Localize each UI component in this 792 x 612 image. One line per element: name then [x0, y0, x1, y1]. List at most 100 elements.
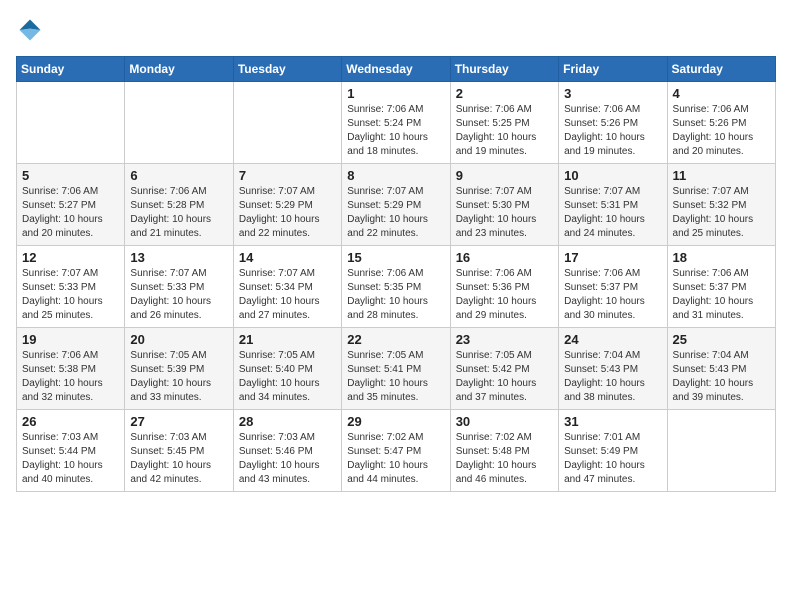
calendar-cell: 2 Sunrise: 7:06 AM Sunset: 5:25 PM Daylig… [450, 82, 558, 164]
day-header-saturday: Saturday [667, 57, 775, 82]
calendar-cell: 26Sunrise: 7:03 AM Sunset: 5:44 PM Dayli… [17, 410, 125, 492]
calendar-cell: 17 Sunrise: 7:06 AM Sunset: 5:37 PM Dayli… [559, 246, 667, 328]
day-info: Sunrise: 7:02 AM Sunset: 5:48 PM Dayligh… [456, 431, 553, 487]
day-number: 31 [564, 414, 661, 429]
day-number: 11 [673, 168, 770, 183]
calendar-cell: 30 Sunrise: 7:02 AM Sunset: 5:48 PM Dayli… [450, 410, 558, 492]
day-number: 23 [456, 332, 553, 347]
calendar-cell: 20 Sunrise: 7:05 AM Sunset: 5:39 PM Dayli… [125, 328, 233, 410]
day-info: Sunrise: 7:06 AM Sunset: 5:27 PM Dayligh… [22, 185, 119, 241]
day-info: Sunrise: 7:06 AM Sunset: 5:26 PM Dayligh… [564, 103, 661, 159]
calendar-cell: 21 Sunrise: 7:05 AM Sunset: 5:40 PM Dayli… [233, 328, 341, 410]
calendar-cell: 6Sunrise: 7:06 AM Sunset: 5:28 PM Daylig… [125, 164, 233, 246]
calendar-cell: 16 Sunrise: 7:06 AM Sunset: 5:36 PM Dayli… [450, 246, 558, 328]
calendar-cell [17, 82, 125, 164]
calendar-week-3: 12 Sunrise: 7:07 AM Sunset: 5:33 PM Dayli… [17, 246, 776, 328]
calendar-cell [233, 82, 341, 164]
day-header-sunday: Sunday [17, 57, 125, 82]
calendar-table: SundayMondayTuesdayWednesdayThursdayFrid… [16, 56, 776, 492]
calendar-cell: 8 Sunrise: 7:07 AM Sunset: 5:29 PM Daylig… [342, 164, 450, 246]
day-info: Sunrise: 7:07 AM Sunset: 5:31 PM Dayligh… [564, 185, 661, 241]
day-number: 4 [673, 86, 770, 101]
calendar-cell: 15Sunrise: 7:06 AM Sunset: 5:35 PM Dayli… [342, 246, 450, 328]
calendar-cell: 10 Sunrise: 7:07 AM Sunset: 5:31 PM Dayli… [559, 164, 667, 246]
day-number: 17 [564, 250, 661, 265]
calendar-cell: 3 Sunrise: 7:06 AM Sunset: 5:26 PM Daylig… [559, 82, 667, 164]
day-info: Sunrise: 7:07 AM Sunset: 5:30 PM Dayligh… [456, 185, 553, 241]
day-number: 28 [239, 414, 336, 429]
day-number: 29 [347, 414, 444, 429]
day-number: 5 [22, 168, 119, 183]
calendar-cell: 14 Sunrise: 7:07 AM Sunset: 5:34 PM Dayli… [233, 246, 341, 328]
day-info: Sunrise: 7:07 AM Sunset: 5:33 PM Dayligh… [22, 267, 119, 323]
day-number: 13 [130, 250, 227, 265]
day-info: Sunrise: 7:07 AM Sunset: 5:29 PM Dayligh… [239, 185, 336, 241]
calendar-cell: 19Sunrise: 7:06 AM Sunset: 5:38 PM Dayli… [17, 328, 125, 410]
day-info: Sunrise: 7:04 AM Sunset: 5:43 PM Dayligh… [564, 349, 661, 405]
day-info: Sunrise: 7:05 AM Sunset: 5:40 PM Dayligh… [239, 349, 336, 405]
day-info: Sunrise: 7:06 AM Sunset: 5:28 PM Dayligh… [130, 185, 227, 241]
calendar-cell: 18 Sunrise: 7:06 AM Sunset: 5:37 PM Dayli… [667, 246, 775, 328]
calendar-cell [125, 82, 233, 164]
day-number: 16 [456, 250, 553, 265]
day-info: Sunrise: 7:07 AM Sunset: 5:33 PM Dayligh… [130, 267, 227, 323]
day-info: Sunrise: 7:07 AM Sunset: 5:34 PM Dayligh… [239, 267, 336, 323]
day-number: 9 [456, 168, 553, 183]
day-info: Sunrise: 7:02 AM Sunset: 5:47 PM Dayligh… [347, 431, 444, 487]
calendar-cell: 23 Sunrise: 7:05 AM Sunset: 5:42 PM Dayli… [450, 328, 558, 410]
day-number: 3 [564, 86, 661, 101]
day-info: Sunrise: 7:06 AM Sunset: 5:25 PM Dayligh… [456, 103, 553, 159]
day-header-friday: Friday [559, 57, 667, 82]
calendar-cell: 7 Sunrise: 7:07 AM Sunset: 5:29 PM Daylig… [233, 164, 341, 246]
day-number: 19 [22, 332, 119, 347]
day-header-thursday: Thursday [450, 57, 558, 82]
day-number: 18 [673, 250, 770, 265]
day-info: Sunrise: 7:03 AM Sunset: 5:46 PM Dayligh… [239, 431, 336, 487]
day-info: Sunrise: 7:06 AM Sunset: 5:37 PM Dayligh… [564, 267, 661, 323]
day-info: Sunrise: 7:01 AM Sunset: 5:49 PM Dayligh… [564, 431, 661, 487]
day-number: 8 [347, 168, 444, 183]
day-number: 25 [673, 332, 770, 347]
day-number: 22 [347, 332, 444, 347]
day-info: Sunrise: 7:05 AM Sunset: 5:42 PM Dayligh… [456, 349, 553, 405]
day-number: 21 [239, 332, 336, 347]
calendar-cell: 29 Sunrise: 7:02 AM Sunset: 5:47 PM Dayli… [342, 410, 450, 492]
calendar-week-1: 1Sunrise: 7:06 AM Sunset: 5:24 PM Daylig… [17, 82, 776, 164]
day-number: 7 [239, 168, 336, 183]
page-header [16, 16, 776, 44]
day-number: 27 [130, 414, 227, 429]
calendar-week-5: 26Sunrise: 7:03 AM Sunset: 5:44 PM Dayli… [17, 410, 776, 492]
day-info: Sunrise: 7:06 AM Sunset: 5:37 PM Dayligh… [673, 267, 770, 323]
calendar-cell: 12 Sunrise: 7:07 AM Sunset: 5:33 PM Dayli… [17, 246, 125, 328]
day-info: Sunrise: 7:07 AM Sunset: 5:29 PM Dayligh… [347, 185, 444, 241]
calendar-cell: 25 Sunrise: 7:04 AM Sunset: 5:43 PM Dayli… [667, 328, 775, 410]
day-info: Sunrise: 7:05 AM Sunset: 5:39 PM Dayligh… [130, 349, 227, 405]
day-number: 2 [456, 86, 553, 101]
day-number: 30 [456, 414, 553, 429]
day-info: Sunrise: 7:04 AM Sunset: 5:43 PM Dayligh… [673, 349, 770, 405]
day-info: Sunrise: 7:05 AM Sunset: 5:41 PM Dayligh… [347, 349, 444, 405]
day-number: 10 [564, 168, 661, 183]
calendar-cell [667, 410, 775, 492]
calendar-week-2: 5 Sunrise: 7:06 AM Sunset: 5:27 PM Daylig… [17, 164, 776, 246]
calendar-cell: 24Sunrise: 7:04 AM Sunset: 5:43 PM Dayli… [559, 328, 667, 410]
day-info: Sunrise: 7:03 AM Sunset: 5:45 PM Dayligh… [130, 431, 227, 487]
day-number: 20 [130, 332, 227, 347]
calendar-header-row: SundayMondayTuesdayWednesdayThursdayFrid… [17, 57, 776, 82]
day-info: Sunrise: 7:06 AM Sunset: 5:26 PM Dayligh… [673, 103, 770, 159]
calendar-week-4: 19Sunrise: 7:06 AM Sunset: 5:38 PM Dayli… [17, 328, 776, 410]
calendar-cell: 4 Sunrise: 7:06 AM Sunset: 5:26 PM Daylig… [667, 82, 775, 164]
calendar-cell: 5 Sunrise: 7:06 AM Sunset: 5:27 PM Daylig… [17, 164, 125, 246]
day-number: 14 [239, 250, 336, 265]
day-number: 26 [22, 414, 119, 429]
calendar-cell: 28 Sunrise: 7:03 AM Sunset: 5:46 PM Dayli… [233, 410, 341, 492]
day-number: 1 [347, 86, 444, 101]
calendar-cell: 11Sunrise: 7:07 AM Sunset: 5:32 PM Dayli… [667, 164, 775, 246]
calendar-cell: 27 Sunrise: 7:03 AM Sunset: 5:45 PM Dayli… [125, 410, 233, 492]
day-number: 12 [22, 250, 119, 265]
calendar-cell: 22 Sunrise: 7:05 AM Sunset: 5:41 PM Dayli… [342, 328, 450, 410]
logo [16, 16, 48, 44]
calendar-cell: 31 Sunrise: 7:01 AM Sunset: 5:49 PM Dayli… [559, 410, 667, 492]
logo-icon [16, 16, 44, 44]
day-info: Sunrise: 7:06 AM Sunset: 5:36 PM Dayligh… [456, 267, 553, 323]
